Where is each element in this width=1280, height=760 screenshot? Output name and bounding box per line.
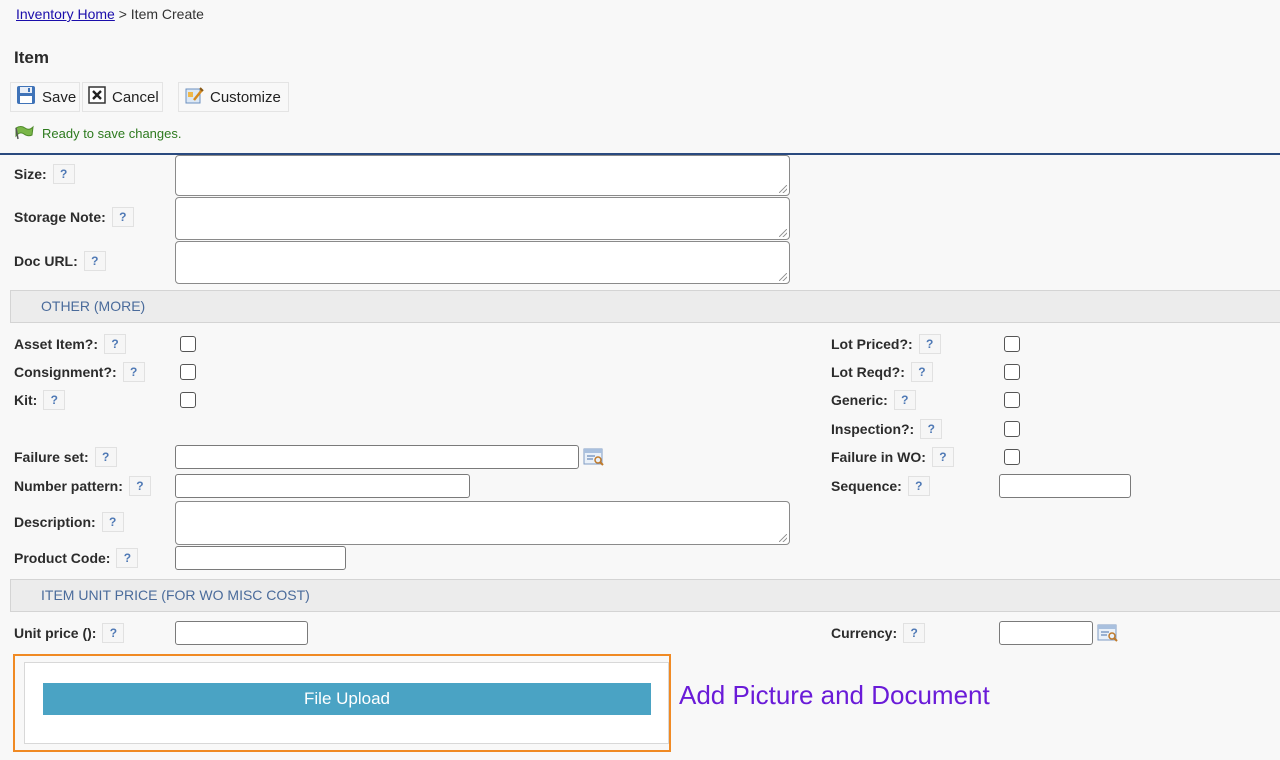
upload-panel: File Upload: [24, 662, 669, 744]
help-icon[interactable]: ?: [920, 419, 943, 439]
help-icon[interactable]: ?: [102, 623, 125, 643]
help-icon[interactable]: ?: [101, 512, 124, 532]
help-icon[interactable]: ?: [43, 390, 66, 410]
inspection-label: Inspection?:: [831, 421, 915, 437]
consignment-label: Consignment?:: [14, 364, 117, 380]
field-label-description: Description: ?: [14, 512, 124, 532]
help-icon[interactable]: ?: [83, 251, 106, 271]
status-message: Ready to save changes.: [14, 124, 181, 143]
number-pattern-input[interactable]: [175, 474, 470, 498]
field-label-doc-url: Doc URL: ?: [14, 251, 106, 271]
field-label-inspection: Inspection?: ?: [831, 419, 943, 439]
field-label-size: Size: ?: [14, 164, 75, 184]
failure-in-wo-checkbox[interactable]: [1004, 449, 1020, 465]
cancel-label: Cancel: [112, 88, 159, 106]
upload-highlight-box: File Upload: [13, 654, 671, 752]
help-icon[interactable]: ?: [903, 623, 926, 643]
inspection-checkbox[interactable]: [1004, 421, 1020, 437]
description-textarea[interactable]: [175, 501, 790, 545]
failure-set-label: Failure set:: [14, 449, 89, 465]
doc-url-label: Doc URL:: [14, 253, 78, 269]
lot-priced-checkbox[interactable]: [1004, 336, 1020, 352]
generic-checkbox[interactable]: [1004, 392, 1020, 408]
size-textarea[interactable]: [175, 155, 790, 196]
field-label-number-pattern: Number pattern: ?: [14, 476, 151, 496]
help-icon[interactable]: ?: [122, 362, 145, 382]
field-label-kit: Kit: ?: [14, 390, 66, 410]
product-code-label: Product Code:: [14, 550, 111, 566]
breadcrumb-current: Item Create: [130, 6, 204, 22]
save-icon: [16, 85, 36, 109]
annotation-text: Add Picture and Document: [679, 680, 990, 710]
field-label-generic: Generic: ?: [831, 390, 916, 410]
field-label-storage-note: Storage Note: ?: [14, 207, 134, 227]
storage-note-label: Storage Note:: [14, 209, 106, 225]
breadcrumb-separator: >: [114, 6, 131, 22]
help-icon[interactable]: ?: [893, 390, 916, 410]
help-icon[interactable]: ?: [52, 164, 75, 184]
help-icon[interactable]: ?: [128, 476, 151, 496]
consignment-checkbox[interactable]: [180, 364, 196, 380]
kit-label: Kit:: [14, 392, 38, 408]
help-icon[interactable]: ?: [104, 334, 127, 354]
section-header-other[interactable]: OTHER (MORE): [10, 290, 1280, 323]
lot-reqd-label: Lot Reqd?:: [831, 364, 905, 380]
flag-icon: [14, 124, 34, 143]
help-icon[interactable]: ?: [111, 207, 134, 227]
close-icon: [88, 86, 106, 108]
kit-checkbox[interactable]: [180, 392, 196, 408]
sequence-label: Sequence:: [831, 478, 902, 494]
asset-item-checkbox[interactable]: [180, 336, 196, 352]
field-label-failure-set: Failure set: ?: [14, 447, 117, 467]
cancel-button[interactable]: Cancel: [82, 82, 163, 112]
currency-input[interactable]: [999, 621, 1093, 645]
doc-url-textarea[interactable]: [175, 241, 790, 284]
save-label: Save: [42, 88, 77, 106]
field-label-product-code: Product Code: ?: [14, 548, 139, 568]
help-icon[interactable]: ?: [910, 362, 933, 382]
page-title: Item: [14, 48, 49, 67]
customize-label: Customize: [210, 88, 281, 106]
field-label-consignment: Consignment?: ?: [14, 362, 145, 382]
help-icon[interactable]: ?: [918, 334, 941, 354]
asset-item-label: Asset Item?:: [14, 336, 99, 352]
help-icon[interactable]: ?: [907, 476, 930, 496]
sequence-input[interactable]: [999, 474, 1131, 498]
failure-set-input[interactable]: [175, 445, 579, 469]
field-label-sequence: Sequence: ?: [831, 476, 930, 496]
field-label-unit-price: Unit price (): ?: [14, 623, 125, 643]
help-icon[interactable]: ?: [116, 548, 139, 568]
field-label-lot-priced: Lot Priced?: ?: [831, 334, 941, 354]
help-icon[interactable]: ?: [931, 447, 954, 467]
breadcrumb-home-link[interactable]: Inventory Home: [16, 6, 115, 22]
unit-price-input[interactable]: [175, 621, 308, 645]
breadcrumb: Inventory Home > Item Create: [16, 6, 204, 22]
section-header-unit-price[interactable]: ITEM UNIT PRICE (FOR WO MISC COST): [10, 579, 1280, 612]
field-label-currency: Currency: ?: [831, 623, 926, 643]
field-label-failure-in-wo: Failure in WO: ?: [831, 447, 954, 467]
status-text: Ready to save changes.: [42, 126, 182, 141]
size-label: Size:: [14, 166, 47, 182]
failure-in-wo-label: Failure in WO:: [831, 449, 926, 465]
lot-priced-label: Lot Priced?:: [831, 336, 913, 352]
lookup-icon[interactable]: [1097, 622, 1119, 644]
product-code-input[interactable]: [175, 546, 346, 570]
field-label-asset-item: Asset Item?: ?: [14, 334, 127, 354]
field-label-lot-reqd: Lot Reqd?: ?: [831, 362, 933, 382]
lookup-icon[interactable]: [583, 446, 605, 468]
lot-reqd-checkbox[interactable]: [1004, 364, 1020, 380]
currency-label: Currency:: [831, 625, 898, 641]
customize-button[interactable]: Customize: [178, 82, 289, 112]
generic-label: Generic:: [831, 392, 888, 408]
file-upload-button[interactable]: File Upload: [43, 683, 651, 715]
number-pattern-label: Number pattern:: [14, 478, 123, 494]
unit-price-label: Unit price ():: [14, 625, 97, 641]
save-button[interactable]: Save: [10, 82, 80, 112]
customize-icon: [184, 85, 204, 109]
help-icon[interactable]: ?: [94, 447, 117, 467]
storage-note-textarea[interactable]: [175, 197, 790, 240]
description-label: Description:: [14, 514, 96, 530]
